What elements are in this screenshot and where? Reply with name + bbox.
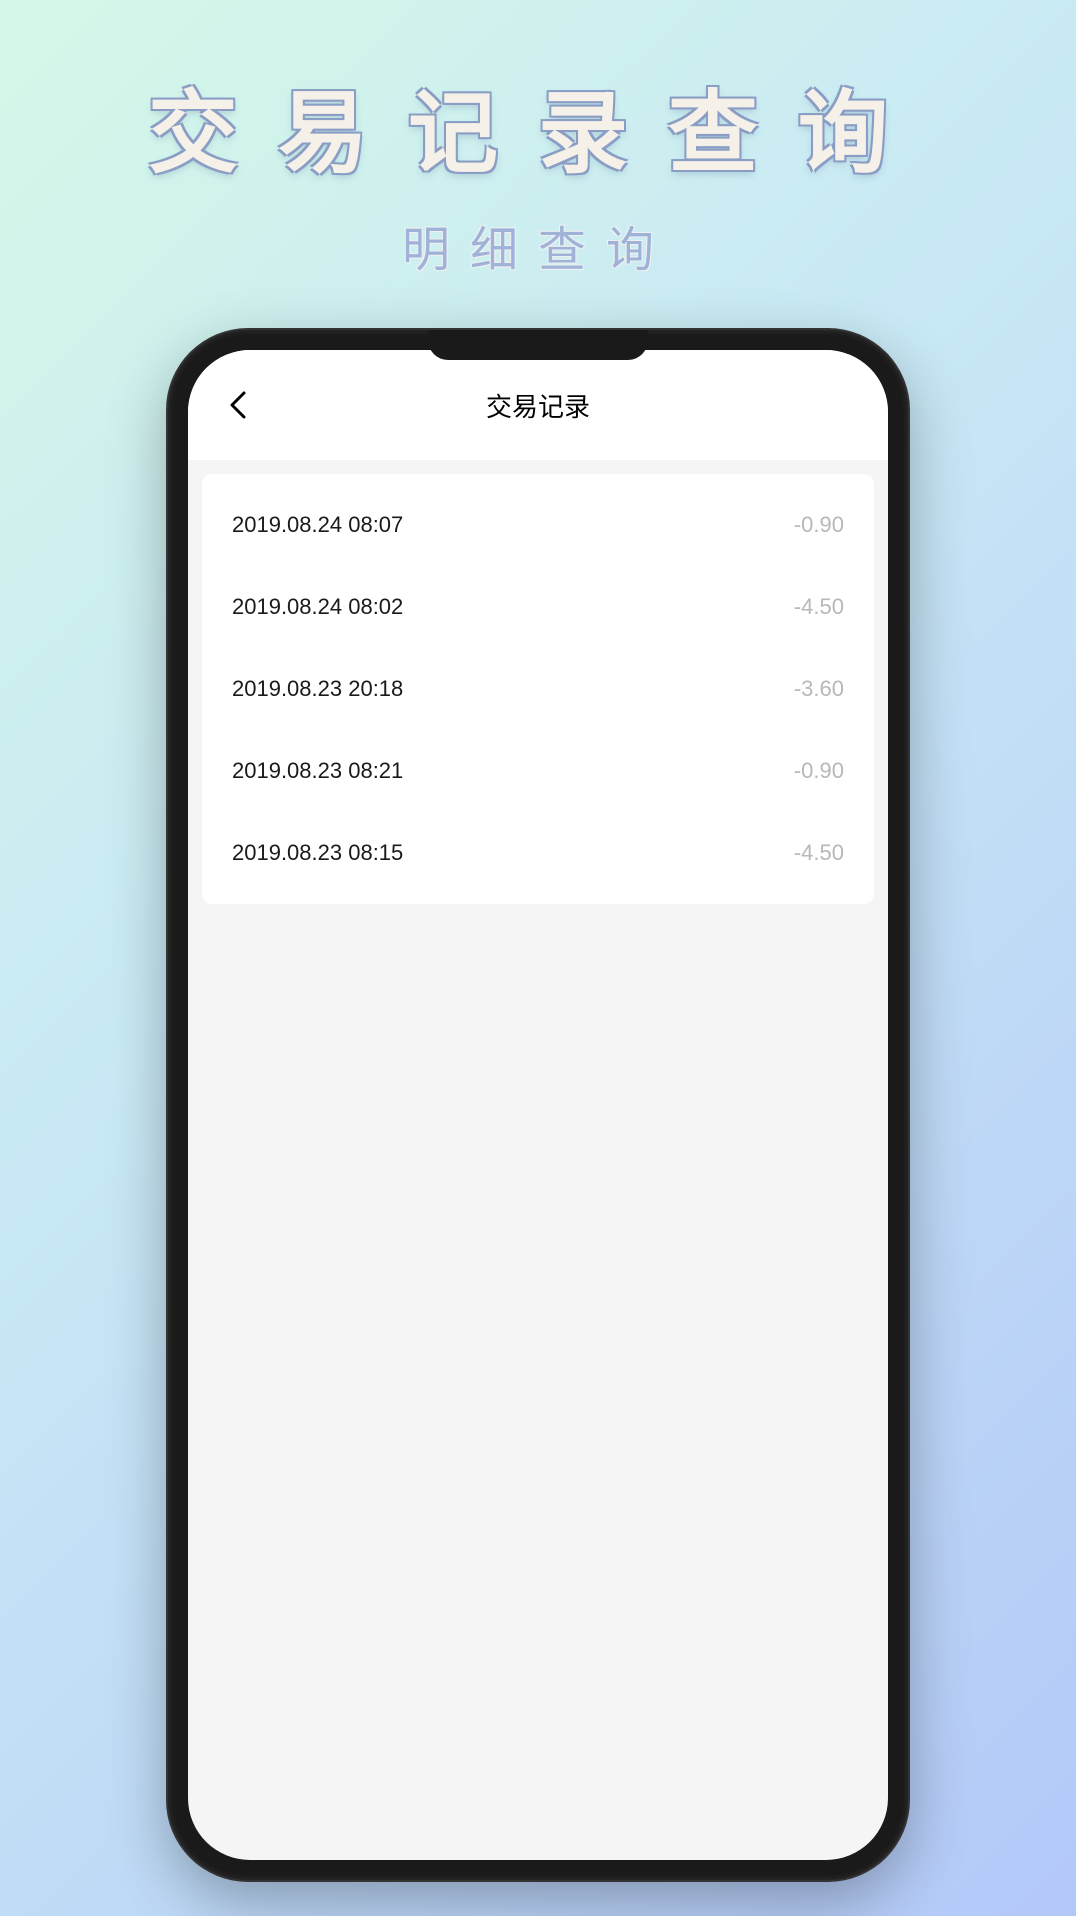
transaction-date: 2019.08.23 08:15 <box>232 840 403 866</box>
phone-screen: 交易记录 2019.08.24 08:07 -0.90 2019.08.24 0… <box>188 350 888 1860</box>
transaction-amount: -3.60 <box>794 676 844 702</box>
app-header: 交易记录 <box>188 350 888 460</box>
back-button[interactable] <box>218 385 258 425</box>
transaction-amount: -4.50 <box>794 594 844 620</box>
transaction-amount: -0.90 <box>794 512 844 538</box>
transaction-date: 2019.08.24 08:02 <box>232 594 403 620</box>
transaction-date: 2019.08.24 08:07 <box>232 512 403 538</box>
page-title: 交易记录 <box>486 387 590 424</box>
promo-title: 交易记录查询 <box>0 0 1076 190</box>
transaction-list: 2019.08.24 08:07 -0.90 2019.08.24 08:02 … <box>202 474 874 904</box>
transaction-row[interactable]: 2019.08.24 08:02 -4.50 <box>202 566 874 648</box>
transaction-row[interactable]: 2019.08.23 08:21 -0.90 <box>202 730 874 812</box>
transaction-date: 2019.08.23 20:18 <box>232 676 403 702</box>
transaction-amount: -4.50 <box>794 840 844 866</box>
transaction-date: 2019.08.23 08:21 <box>232 758 403 784</box>
phone-mockup-frame: 交易记录 2019.08.24 08:07 -0.90 2019.08.24 0… <box>168 330 908 1880</box>
transaction-row[interactable]: 2019.08.23 08:15 -4.50 <box>202 812 874 894</box>
transaction-row[interactable]: 2019.08.23 20:18 -3.60 <box>202 648 874 730</box>
promo-subtitle: 明细查询 <box>0 210 1076 280</box>
transaction-row[interactable]: 2019.08.24 08:07 -0.90 <box>202 484 874 566</box>
chevron-left-icon <box>229 391 247 419</box>
transaction-amount: -0.90 <box>794 758 844 784</box>
